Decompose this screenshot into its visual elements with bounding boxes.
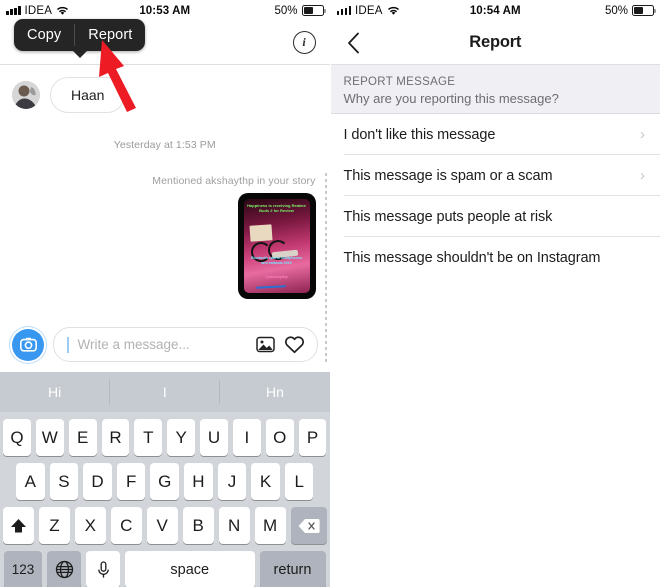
key-p[interactable]: P [298,419,327,456]
key-d[interactable]: D [83,463,112,500]
report-option-label: This message puts people at risk [343,208,553,225]
story-handle: @akshaythp [265,275,288,279]
status-bar: IDEA 10:54 AM 50% [330,0,660,21]
red-arrow-pointer [96,36,156,119]
story-attachment-wrap: Happiness is receiving Realme Buds 2 for… [0,193,330,299]
avatar[interactable] [12,81,40,109]
left-screen-chat: IDEA 10:53 AM 50% akshaythp i Copy Repor… [0,0,331,587]
key-i[interactable]: I [232,419,261,456]
dual-screenshot-container: IDEA 10:53 AM 50% akshaythp i Copy Repor… [0,0,660,587]
key-x[interactable]: X [74,507,106,544]
report-option-label: This message shouldn't be on Instagram [343,249,601,266]
story-subline: Bluetooth sports headphones and earbuds … [251,256,302,265]
keyboard-row-2: A S D F G H J K L [0,456,330,500]
key-w[interactable]: W [35,419,64,456]
report-option-row[interactable]: This message puts people at risk [331,196,660,237]
story-headline: Happiness is receiving Realme Buds 2 for… [247,203,306,214]
key-y[interactable]: Y [167,419,196,456]
key-e[interactable]: E [68,419,97,456]
key-h[interactable]: H [184,463,213,500]
scroll-indicator-dots [324,173,327,363]
mention-label: Mentioned akshaythp in your story [152,175,316,187]
report-section-title: REPORT MESSAGE [343,76,456,88]
backspace-delete-icon[interactable] [290,507,327,544]
photo-library-icon[interactable] [255,335,275,354]
key-l[interactable]: L [284,463,314,500]
keyboard-row-1: Q W E R T Y U I O P [0,412,330,456]
report-option-label: This message is spam or a scam [343,167,553,184]
key-v[interactable]: V [146,507,178,544]
key-j[interactable]: J [217,463,247,500]
report-option-label: I don't like this message [343,126,496,143]
key-return[interactable]: return [259,551,326,587]
key-q[interactable]: Q [3,419,31,456]
prediction-bar: Hi I Hn [0,372,330,412]
chat-message-area: Haan Yesterday at 1:53 PM Mentioned aksh… [0,65,330,363]
prediction-1[interactable]: I [110,372,219,412]
chevron-right-icon: › [640,167,645,184]
report-option-row[interactable]: This message is spam or a scam › [331,155,660,196]
incoming-message-row: Haan [0,65,330,113]
key-o[interactable]: O [265,419,294,456]
message-composer: Write a message... [0,319,330,372]
keyboard-row-4: 123 space return [0,544,330,587]
microphone-icon[interactable] [86,551,120,587]
prediction-2[interactable]: Hn [220,372,329,412]
report-section-header: REPORT MESSAGE Why are you reporting thi… [330,65,660,114]
onscreen-keyboard: Hi I Hn Q W E R T Y U I O P A S D F G H … [0,372,330,587]
key-z[interactable]: Z [38,507,70,544]
story-thumbnail[interactable]: Happiness is receiving Realme Buds 2 for… [237,193,316,299]
key-u[interactable]: U [200,419,228,456]
key-numbers[interactable]: 123 [4,551,42,587]
key-s[interactable]: S [49,463,79,500]
key-c[interactable]: C [110,507,142,544]
context-menu-copy[interactable]: Copy [14,19,74,51]
right-screen-report: IDEA 10:54 AM 50% Report REPORT MESSAGE … [330,0,660,587]
prediction-0[interactable]: Hi [0,372,109,412]
report-option-row[interactable]: This message shouldn't be on Instagram [331,237,660,278]
text-caret [67,336,69,353]
battery-half-icon [632,5,656,16]
keyboard-row-3: Z X C V B N M [0,500,330,544]
info-circle-icon[interactable]: i [292,31,316,54]
key-n[interactable]: N [218,507,250,544]
key-m[interactable]: M [254,507,286,544]
message-timestamp: Yesterday at 1:53 PM [113,139,216,151]
battery-half-icon [301,5,326,16]
report-navbar: Report [330,21,660,65]
chevron-right-icon: › [640,126,645,143]
message-input-placeholder: Write a message... [77,337,190,352]
story-underline [255,285,286,289]
heart-icon[interactable] [284,335,305,354]
key-r[interactable]: R [101,419,130,456]
story-product-box [248,224,273,242]
message-input[interactable]: Write a message... [53,327,318,362]
shift-arrow-icon[interactable] [3,507,34,544]
key-b[interactable]: B [182,507,214,544]
key-t[interactable]: T [134,419,163,456]
status-bar: IDEA 10:53 AM 50% [0,0,330,21]
status-bar-time: 10:53 AM [139,4,191,17]
story-thumbnail-image: Happiness is receiving Realme Buds 2 for… [243,199,310,293]
report-section-subtitle: Why are you reporting this message? [343,91,559,106]
key-space[interactable]: space [125,551,255,587]
camera-icon[interactable] [12,328,44,361]
key-k[interactable]: K [251,463,280,500]
report-options-list: I don't like this message › This message… [330,114,660,278]
key-g[interactable]: G [150,463,180,500]
page-title: Report [469,33,522,51]
key-f[interactable]: F [116,463,146,500]
globe-language-icon[interactable] [47,551,81,587]
report-option-row[interactable]: I don't like this message › [331,114,660,155]
context-menu-tail [72,50,88,58]
status-bar-time: 10:54 AM [469,4,521,17]
key-a[interactable]: A [16,463,45,500]
